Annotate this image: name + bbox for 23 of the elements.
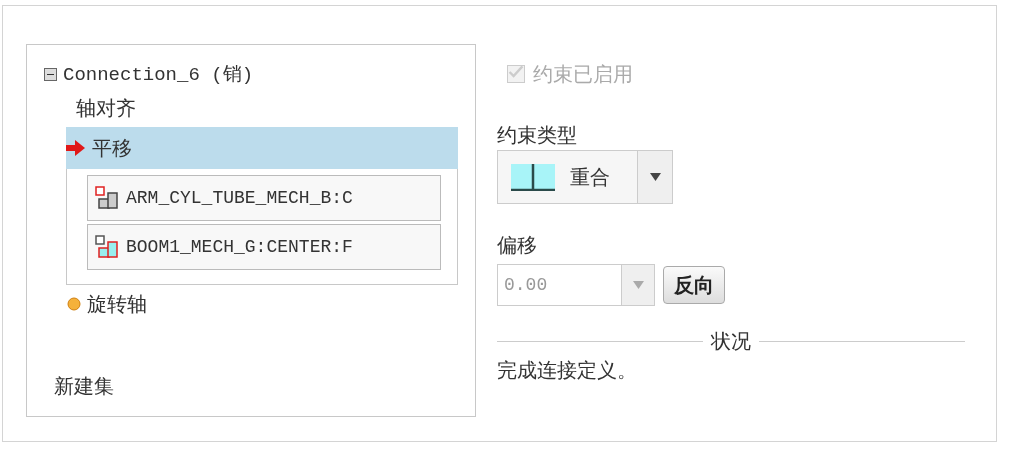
tree-item[interactable]: 轴对齐 [44,89,458,127]
caret-icon [649,173,661,181]
flip-button[interactable]: 反向 [663,266,725,304]
new-set-link[interactable]: 新建集 [44,373,458,400]
tree-root-label[interactable]: Connection_6 (销) [63,61,254,87]
reference-item[interactable]: ARM_CYL_TUBE_MECH_B:C [87,175,441,221]
status-message: 完成连接定义。 [497,358,638,383]
collapse-icon[interactable] [44,67,57,81]
checkbox-label: 约束已启用 [533,61,633,87]
caret-icon [632,281,644,289]
dropdown-button[interactable] [621,264,655,306]
part-icon [94,185,120,211]
constraint-type-dropdown[interactable]: 重合 [497,150,673,204]
reference-item[interactable]: BOOM1_MECH_G:CENTER:F [87,224,441,270]
tree-item[interactable]: 旋转轴 [44,285,458,323]
arrow-icon [66,139,86,157]
coincident-icon [510,163,556,191]
dot-icon [67,297,81,311]
tree-item[interactable]: 平移 [66,127,458,169]
part-icon [94,234,120,260]
offset-label: 偏移 [497,233,538,258]
status-heading: 状况 [711,329,751,354]
constraint-type-label: 约束类型 [497,123,578,148]
